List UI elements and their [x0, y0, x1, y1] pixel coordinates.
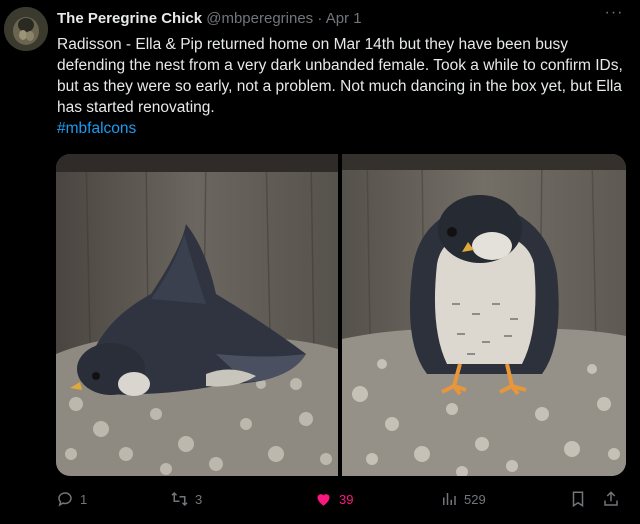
action-bar: 1 3 39 529 [56, 486, 630, 512]
reply-icon [58, 492, 72, 507]
hashtag-link[interactable]: #mbfalcons [57, 118, 629, 139]
tweet-date[interactable]: Apr 1 [326, 10, 362, 27]
bookmark-icon [572, 491, 584, 508]
retweet-count: 3 [195, 491, 203, 507]
separator-dot: · [317, 10, 323, 27]
tweet-header: The Peregrine Chick @mbperegrines · Apr … [57, 9, 620, 29]
photo-falcon-standing[interactable] [342, 154, 626, 476]
share-icon [604, 491, 618, 506]
views-button[interactable]: 529 [440, 486, 486, 512]
views-count: 529 [464, 491, 486, 507]
avatar[interactable] [4, 7, 48, 51]
reply-button[interactable]: 1 [56, 486, 87, 512]
photo-falcon-crouching[interactable] [56, 154, 338, 476]
more-icon[interactable]: ··· [604, 5, 624, 26]
heart-icon [317, 494, 330, 506]
media-grid [56, 154, 626, 476]
views-icon [443, 493, 456, 505]
retweet-button[interactable]: 3 [170, 486, 202, 512]
tweet-text: Radisson - Ella & Pip returned home on M… [57, 34, 629, 139]
like-button[interactable]: 39 [314, 486, 353, 512]
user-handle[interactable]: @mbperegrines [206, 10, 313, 27]
tweet-body: Radisson - Ella & Pip returned home on M… [57, 36, 623, 116]
bookmark-button[interactable] [569, 486, 587, 512]
share-button[interactable] [602, 486, 620, 512]
display-name[interactable]: The Peregrine Chick [57, 10, 202, 27]
like-count: 39 [339, 491, 354, 507]
retweet-icon [171, 491, 188, 507]
reply-count: 1 [80, 491, 88, 507]
